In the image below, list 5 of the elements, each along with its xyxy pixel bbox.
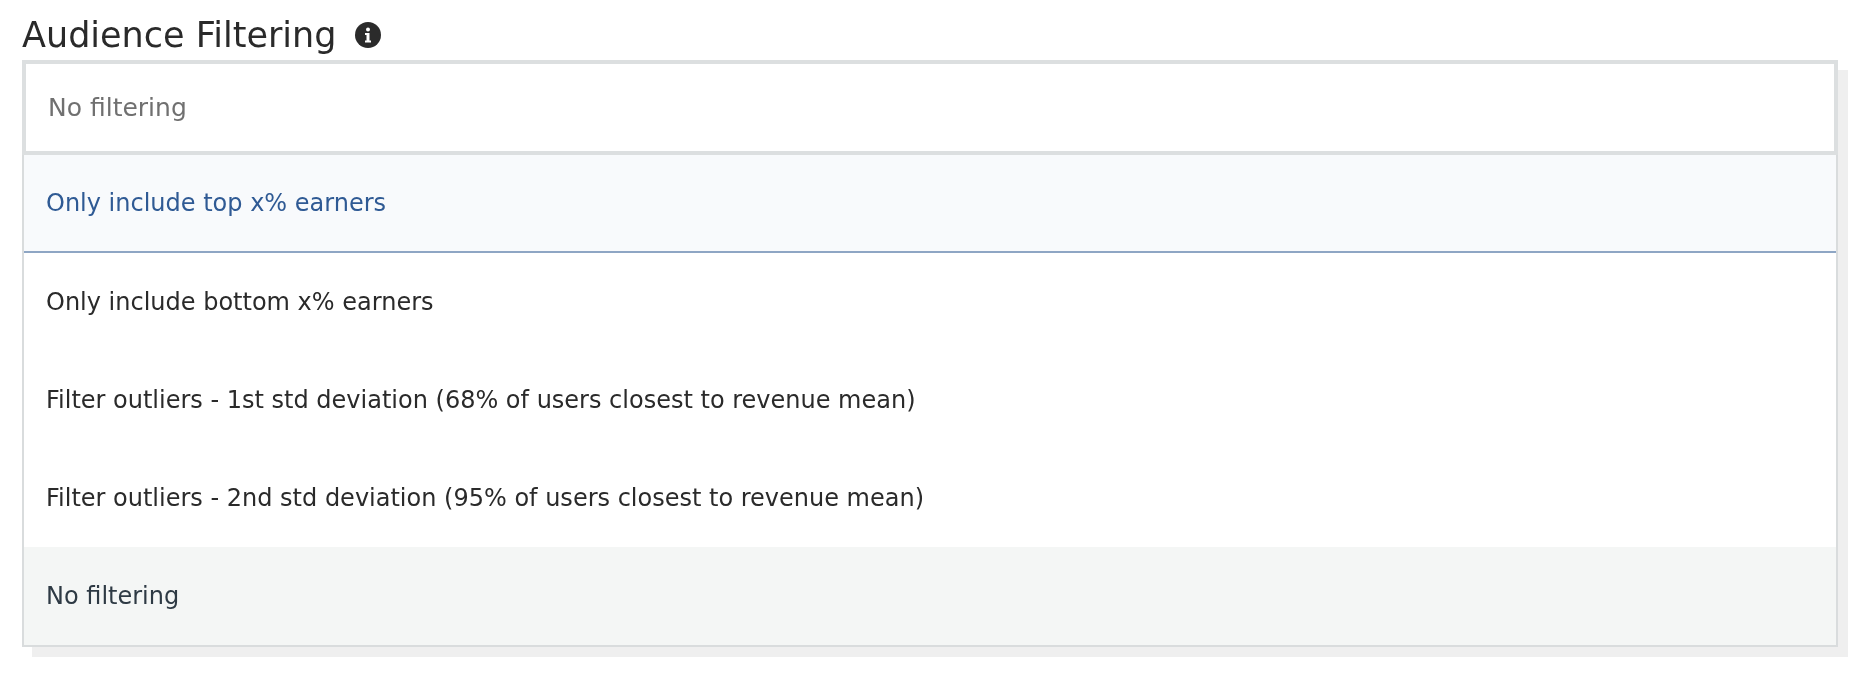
select-field[interactable]: No filtering (22, 60, 1838, 155)
section-title: Audience Filtering (22, 15, 337, 55)
dropdown-option[interactable]: Only include top x% earners (24, 155, 1836, 253)
info-icon[interactable] (354, 22, 381, 48)
dropdown-option[interactable]: No filtering (24, 547, 1836, 645)
